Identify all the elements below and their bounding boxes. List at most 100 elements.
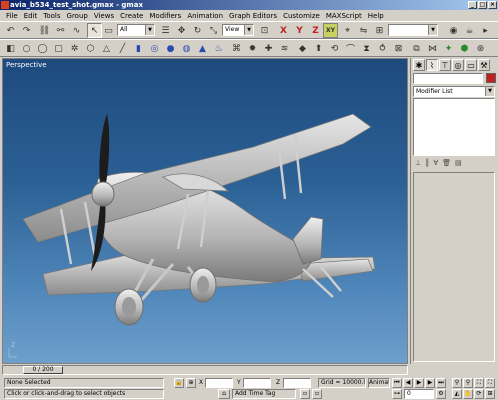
app-icon[interactable] (1, 1, 9, 9)
biplane-model[interactable] (3, 59, 408, 364)
menu-create[interactable]: Create (117, 12, 146, 20)
next-frame-icon[interactable]: ▶ (425, 378, 435, 388)
time-slider[interactable]: 0 / 200 (2, 365, 408, 375)
zoom-extents-icon[interactable]: ⛶ (474, 378, 484, 388)
modifier-list-dropdown[interactable]: Modifier List ▼ (413, 86, 495, 97)
pin-stack-icon[interactable]: ⊥ (415, 159, 421, 169)
zoom-icon[interactable]: ⚲ (452, 378, 462, 388)
rectangle-icon[interactable]: ▢ (51, 41, 66, 56)
geosphere-icon[interactable]: ● (163, 41, 178, 56)
helper-icon[interactable]: ✚ (261, 41, 276, 56)
spacewarp-icon[interactable]: ≋ (277, 41, 292, 56)
mirror-icon[interactable]: ⇋ (356, 23, 371, 38)
restrict-y-button[interactable]: Y (292, 23, 307, 38)
lock-selection-icon[interactable]: 🔒 (174, 378, 184, 388)
selection-filter-dropdown[interactable]: All ▼ (117, 24, 155, 36)
cone-icon[interactable]: △ (99, 41, 114, 56)
named-selection-dropdown[interactable]: ▼ (388, 24, 438, 36)
connect-icon[interactable]: ⬢ (457, 41, 472, 56)
z-coordinate-field[interactable] (283, 378, 311, 388)
bind-space-warp-icon[interactable]: ∿ (69, 23, 84, 38)
torus-icon[interactable]: ◎ (147, 41, 162, 56)
utilities-tab-icon[interactable]: ⚒ (478, 59, 490, 71)
ngon-icon[interactable]: ⬡ (83, 41, 98, 56)
play-icon[interactable]: ▶ (414, 378, 424, 388)
menu-help[interactable]: Help (365, 12, 387, 20)
line-icon[interactable]: ╱ (115, 41, 130, 56)
select-scale-icon[interactable]: ⤡ (206, 23, 221, 38)
loft-icon[interactable]: ⋈ (425, 41, 440, 56)
remove-modifier-icon[interactable]: 🗑 (442, 159, 451, 169)
display-tab-icon[interactable]: ▭ (465, 59, 477, 71)
snap-spinner-icon[interactable]: ▫ (312, 389, 322, 399)
time-tag-icon[interactable]: ⌂ (218, 389, 230, 399)
select-move-icon[interactable]: ✥ (174, 23, 189, 38)
tube-icon[interactable]: ◍ (179, 41, 194, 56)
menu-graph-editors[interactable]: Graph Editors (226, 12, 280, 20)
extrude-icon[interactable]: ⬆ (311, 41, 326, 56)
pyramid-icon[interactable]: ▲ (195, 41, 210, 56)
animate-button[interactable]: Animate (368, 378, 390, 388)
box-icon[interactable]: ◧ (3, 41, 18, 56)
teapot-icon[interactable]: ♨ (211, 41, 226, 56)
zoom-extents-all-icon[interactable]: ⛶ (485, 378, 495, 388)
x-coordinate-field[interactable] (205, 378, 233, 388)
field-of-view-icon[interactable]: ◭ (452, 389, 462, 399)
add-time-tag-button[interactable]: Add Time Tag (232, 389, 296, 399)
go-to-end-icon[interactable]: ⏭ (436, 378, 446, 388)
sphere-icon[interactable]: ○ (19, 41, 34, 56)
perspective-viewport[interactable]: Perspective Z (2, 58, 408, 364)
menu-maxscript[interactable]: MAXScript (323, 12, 365, 20)
y-coordinate-field[interactable] (243, 378, 271, 388)
time-slider-thumb[interactable]: 0 / 200 (23, 366, 63, 374)
key-mode-icon[interactable]: ⊶ (392, 389, 402, 399)
undo-icon[interactable]: ↶ (3, 23, 18, 38)
pan-icon[interactable]: ✋ (463, 389, 473, 399)
show-end-result-icon[interactable]: ║ (425, 159, 429, 169)
configure-sets-icon[interactable]: ▤ (455, 159, 462, 169)
select-object-icon[interactable]: ↖ (87, 23, 102, 38)
menu-group[interactable]: Group (64, 12, 91, 20)
uvw-map-icon[interactable]: ⊠ (391, 41, 406, 56)
unlink-icon[interactable]: ⚯ (53, 23, 68, 38)
edit-mesh-icon[interactable]: ◆ (295, 41, 310, 56)
align-icon[interactable]: ⊞ (372, 23, 387, 38)
current-frame-field[interactable]: 0 (404, 389, 434, 399)
render-scene-icon[interactable]: ☕ (462, 23, 477, 38)
motion-tab-icon[interactable]: ◎ (452, 59, 464, 71)
object-color-swatch[interactable] (486, 73, 496, 83)
maximize-button[interactable]: □ (478, 1, 487, 9)
menu-file[interactable]: File (3, 12, 21, 20)
star-icon[interactable]: ✲ (67, 41, 82, 56)
modify-tab-icon[interactable]: ⌇ (426, 59, 438, 71)
minimize-button[interactable]: _ (468, 1, 477, 9)
pivot-center-icon[interactable]: ⊡ (257, 23, 272, 38)
camera-icon[interactable]: ⌘ (229, 41, 244, 56)
lathe-icon[interactable]: ⟲ (327, 41, 342, 56)
menu-animation[interactable]: Animation (184, 12, 226, 20)
viewport-tag-icon[interactable]: ▫ (300, 389, 310, 399)
bend-icon[interactable]: ⌒ (343, 41, 358, 56)
select-region-icon[interactable]: ▭ (101, 23, 116, 38)
select-by-name-icon[interactable]: ☰ (158, 23, 173, 38)
material-editor-icon[interactable]: ◉ (446, 23, 461, 38)
menu-customize[interactable]: Customize (280, 12, 323, 20)
scatter-icon[interactable]: ✦ (441, 41, 456, 56)
zoom-all-icon[interactable]: ⚲ (463, 378, 473, 388)
restrict-xy-button[interactable]: XY (323, 23, 338, 38)
reference-coordinate-dropdown[interactable]: View ▼ (222, 24, 254, 36)
restrict-x-button[interactable]: X (276, 23, 291, 38)
time-config-icon[interactable]: ⚙ (436, 389, 446, 399)
maximize-viewport-icon[interactable]: ⊞ (485, 389, 495, 399)
restrict-z-button[interactable]: Z (308, 23, 323, 38)
circle-icon[interactable]: ◯ (35, 41, 50, 56)
boolean-icon[interactable]: ⧉ (409, 41, 424, 56)
create-tab-icon[interactable]: ✱ (413, 59, 425, 71)
select-link-icon[interactable]: ⛓ (37, 23, 52, 38)
quick-render-icon[interactable]: ▸ (478, 23, 493, 38)
cylinder-icon[interactable]: ▮ (131, 41, 146, 56)
absolute-mode-icon[interactable]: ⊕ (186, 378, 196, 388)
redo-icon[interactable]: ↷ (19, 23, 34, 38)
close-button[interactable]: × (488, 1, 497, 9)
morph-icon[interactable]: ⊛ (473, 41, 488, 56)
